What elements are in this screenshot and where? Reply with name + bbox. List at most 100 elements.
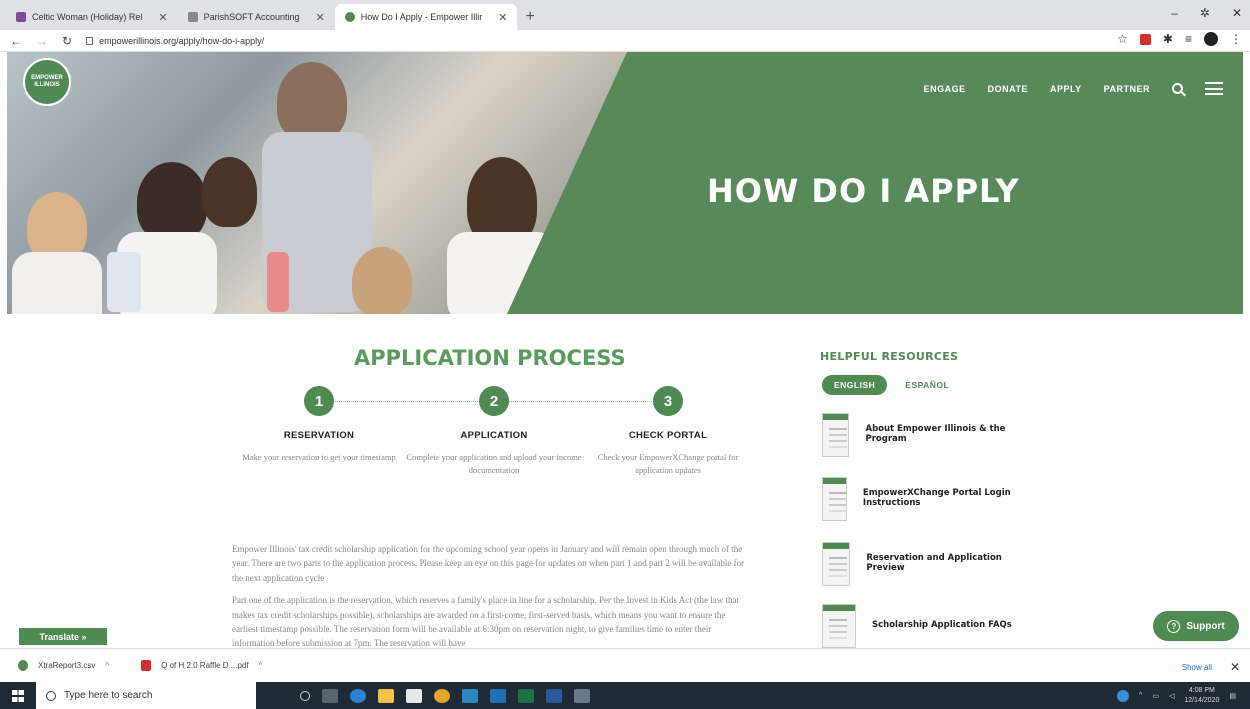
tab-title: Celtic Woman (Holiday) Rel (32, 12, 143, 22)
back-icon[interactable]: ← (10, 34, 22, 48)
translate-button[interactable]: Translate » (19, 628, 107, 645)
espanol-tab[interactable]: ESPAÑOL (893, 375, 962, 395)
extension-bar: ☆ ✱ ≡ ⋮ (1117, 32, 1242, 46)
clock[interactable]: 4:08 PM 12/14/2020 (1184, 686, 1219, 704)
chevron-up-icon[interactable]: ^ (259, 661, 263, 670)
chevron-up-icon[interactable]: ^ (105, 661, 109, 670)
nav-partner[interactable]: PARTNER (1104, 84, 1150, 94)
browser-tab[interactable]: Celtic Woman (Holiday) Rel ✕ (6, 4, 178, 30)
reload-icon[interactable]: ↻ (62, 34, 72, 48)
file-explorer-icon[interactable] (378, 688, 394, 703)
volume-icon[interactable]: ◁ (1169, 692, 1174, 700)
support-button[interactable]: ? Support (1153, 611, 1239, 641)
clock-date: 12/14/2020 (1184, 696, 1220, 704)
resource-label: EmpowerXChange Portal Login Instructions (862, 488, 1011, 508)
tab-favicon-icon (187, 12, 198, 22)
tray-app-icon[interactable] (1117, 689, 1130, 702)
helpful-resources-heading: HELPFUL RESOURCES (820, 350, 959, 363)
hero-banner: EMPOWER ILLINOIS ENGAGE DONATE APPLY PAR… (7, 52, 1243, 314)
application-process-heading: APPLICATION PROCESS (354, 346, 626, 370)
step-reservation: 1 RESERVATION Make your reservation to g… (229, 386, 409, 464)
document-thumbnail-icon (822, 477, 847, 521)
profile-avatar-icon[interactable] (1204, 32, 1218, 46)
url-field[interactable]: empowerillinois.org/apply/how-do-i-apply… (86, 36, 264, 46)
extensions-icon[interactable]: ✲ (1200, 6, 1210, 20)
nav-engage[interactable]: ENGAGE (924, 84, 966, 94)
csv-file-icon (18, 660, 28, 671)
close-downloads-icon[interactable]: ✕ (1230, 660, 1240, 674)
start-button[interactable] (0, 682, 36, 709)
address-bar: ← → ↻ empowerillinois.org/apply/how-do-i… (0, 30, 1250, 52)
close-window-icon[interactable]: ✕ (1232, 6, 1242, 20)
hamburger-menu-icon[interactable] (1205, 82, 1223, 95)
store-icon[interactable] (406, 688, 422, 703)
browser-tab-bar: Celtic Woman (Holiday) Rel ✕ ParishSOFT … (0, 0, 1250, 30)
download-item[interactable]: XtraReport3.csv ^ (18, 660, 109, 671)
show-all-link[interactable]: Show all (1182, 663, 1212, 672)
url-text: empowerillinois.org/apply/how-do-i-apply… (99, 35, 265, 46)
step-description: Complete your application and upload you… (406, 452, 582, 475)
empower-illinois-logo[interactable]: EMPOWER ILLINOIS (23, 58, 71, 106)
download-item[interactable]: Q of H 2.0 Raffle D....pdf ^ (141, 660, 262, 671)
widgets-icon[interactable] (322, 688, 338, 703)
search-icon[interactable] (1172, 83, 1183, 94)
paragraph: Empower Illinois' tax credit scholarship… (232, 544, 745, 583)
taskbar-apps (300, 688, 590, 703)
menu-kebab-icon[interactable]: ⋮ (1230, 32, 1242, 46)
network-icon[interactable]: ▭ (1152, 692, 1159, 700)
app-icon[interactable] (462, 688, 478, 703)
download-filename: Q of H 2.0 Raffle D....pdf (161, 661, 249, 670)
taskbar-search-placeholder: Type here to search (64, 690, 153, 701)
tab-title: How Do I Apply - Empower Illir (360, 12, 483, 22)
browser-tab[interactable]: ParishSOFT Accounting ✕ (178, 4, 335, 30)
body-text: Empower Illinois' tax credit scholarship… (232, 542, 752, 659)
lock-icon (86, 36, 94, 45)
task-view-icon[interactable] (300, 690, 310, 701)
excel-icon[interactable] (518, 688, 534, 703)
tab-title: ParishSOFT Accounting (203, 12, 300, 22)
step-check-portal: 3 CHECK PORTAL Check your EmpowerXChange… (578, 386, 758, 477)
window-controls: – ✲ ✕ (1171, 6, 1242, 20)
resource-item[interactable]: Scholarship Application FAQs (822, 603, 1012, 649)
resource-item[interactable]: EmpowerXChange Portal Login Instructions (822, 476, 1012, 522)
puzzle-icon[interactable]: ✱ (1163, 32, 1173, 46)
nav-donate[interactable]: DONATE (988, 84, 1028, 94)
step-application: 2 APPLICATION Complete your application … (404, 386, 584, 477)
downloads-bar: XtraReport3.csv ^ Q of H 2.0 Raffle D...… (0, 648, 1250, 682)
outlook-icon[interactable] (490, 688, 506, 703)
search-icon (46, 690, 56, 701)
tab-close-icon[interactable]: ✕ (158, 11, 167, 24)
minimize-icon[interactable]: – (1171, 6, 1178, 20)
extension-icon[interactable] (1139, 33, 1151, 45)
new-tab-icon[interactable]: + (517, 8, 542, 26)
forward-icon[interactable]: → (36, 34, 48, 48)
bookmark-star-icon[interactable]: ☆ (1117, 32, 1128, 46)
support-label: Support (1186, 620, 1225, 632)
edge-icon[interactable] (350, 688, 366, 703)
step-number: 2 (479, 386, 509, 416)
chevron-up-icon[interactable]: ^ (1139, 692, 1142, 699)
notifications-icon[interactable]: ▤ (1229, 692, 1236, 700)
chrome-icon[interactable] (434, 688, 450, 703)
step-number: 1 (304, 386, 334, 416)
reading-list-icon[interactable]: ≡ (1185, 32, 1192, 46)
tab-favicon-icon (16, 12, 26, 22)
tab-close-icon[interactable]: ✕ (315, 11, 324, 24)
step-description: Make your reservation to get your timest… (242, 452, 396, 462)
tab-favicon-icon (344, 12, 355, 22)
tab-close-icon[interactable]: ✕ (498, 11, 507, 24)
document-thumbnail-icon (822, 413, 850, 457)
resource-item[interactable]: About Empower Illinois & the Program (822, 412, 1012, 458)
language-toggle: ENGLISH ESPAÑOL (822, 375, 962, 395)
word-icon[interactable] (546, 688, 562, 703)
step-title: RESERVATION (283, 430, 355, 441)
help-icon: ? (1167, 619, 1181, 633)
page-title: HOW DO I APPLY (707, 172, 1020, 210)
english-tab[interactable]: ENGLISH (822, 375, 888, 395)
calculator-icon[interactable] (574, 688, 590, 703)
resource-item[interactable]: Reservation and Application Preview (822, 541, 1012, 587)
browser-tab-active[interactable]: How Do I Apply - Empower Illir ✕ (334, 4, 518, 30)
main-nav: ENGAGE DONATE APPLY PARTNER (924, 82, 1223, 95)
nav-apply[interactable]: APPLY (1050, 84, 1082, 94)
taskbar-search[interactable]: Type here to search (36, 682, 256, 709)
